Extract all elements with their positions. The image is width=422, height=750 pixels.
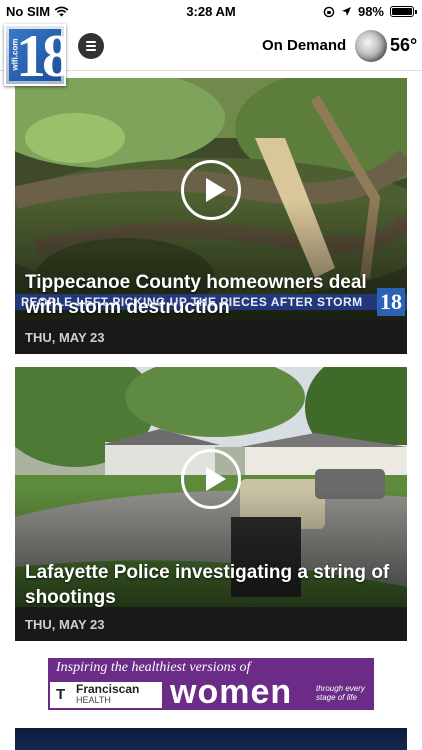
battery-icon <box>390 6 417 17</box>
temperature-label[interactable]: 56° <box>390 35 417 56</box>
ad-tagline: through every stage of life <box>316 684 365 702</box>
story-card[interactable]: PEOPLE LEFT PICKING UP THE PIECES AFTER … <box>15 78 407 354</box>
play-icon[interactable] <box>181 449 241 509</box>
status-bar: No SIM 3:28 AM 98% <box>0 0 422 22</box>
moon-icon[interactable] <box>355 30 387 62</box>
story-card-partial[interactable] <box>15 728 407 750</box>
station-logo[interactable]: wlfi.com 18 <box>4 24 66 86</box>
franciscan-tau-icon: T <box>56 686 66 703</box>
menu-icon-line <box>86 45 96 47</box>
ad-brand-logo: T Franciscan HEALTH <box>50 682 162 708</box>
play-icon[interactable] <box>181 160 241 220</box>
ad-big-word: women <box>170 673 293 710</box>
on-demand-link[interactable]: On Demand <box>262 37 346 54</box>
story-footer: THU, MAY 23 <box>15 320 407 354</box>
story-title[interactable]: Tippecanoe County homeowners deal with s… <box>25 270 391 320</box>
battery-fill <box>392 8 412 15</box>
ad-brand: Franciscan <box>76 682 140 696</box>
ad-banner[interactable]: Inspiring the healthiest versions of T F… <box>48 658 374 710</box>
story-footer: THU, MAY 23 <box>15 607 407 641</box>
menu-icon-line <box>86 49 96 51</box>
story-date: THU, MAY 23 <box>25 330 105 345</box>
story-date: THU, MAY 23 <box>25 617 105 632</box>
location-arrow-icon <box>341 7 351 16</box>
battery-percent: 98% <box>357 4 384 19</box>
ad-brand-sub: HEALTH <box>76 695 111 705</box>
logo-number: 18 <box>16 24 66 86</box>
status-right-group: 98% <box>323 4 417 19</box>
menu-icon-line <box>86 41 96 43</box>
story-card[interactable]: Lafayette Police investigating a string … <box>15 367 407 641</box>
orientation-lock-icon <box>323 6 335 17</box>
story-title[interactable]: Lafayette Police investigating a string … <box>25 560 391 610</box>
menu-button[interactable] <box>78 33 104 59</box>
app-header: wlfi.com 18 On Demand 56° <box>0 22 422 86</box>
